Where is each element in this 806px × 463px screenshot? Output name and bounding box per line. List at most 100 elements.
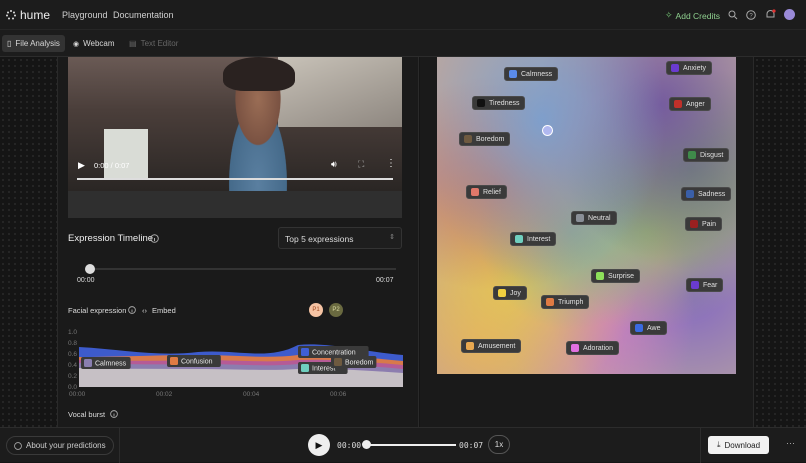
play-icon[interactable]: ▶ xyxy=(78,160,85,171)
x-tick-label: 00:02 xyxy=(156,391,173,398)
emotion-label-boredom[interactable]: Boredom xyxy=(459,132,511,146)
emotion-label-disgust[interactable]: Disgust xyxy=(683,148,730,162)
series-label-text: Confusion xyxy=(181,359,213,366)
series-label-text: Boredom xyxy=(345,360,374,367)
color-swatch xyxy=(690,220,698,228)
emotion-label-interest[interactable]: Interest xyxy=(510,232,557,246)
emotion-label-triumph[interactable]: Triumph xyxy=(541,295,590,309)
map-position-marker[interactable] xyxy=(542,125,553,136)
color-swatch xyxy=(671,64,679,72)
color-swatch xyxy=(471,188,479,196)
tab-webcam[interactable]: ◉ Webcam xyxy=(68,35,120,52)
y-tick-label: 0.6 xyxy=(68,351,77,358)
emotion-label-awe[interactable]: Awe xyxy=(630,321,667,335)
playback-track[interactable] xyxy=(368,444,456,446)
emotion-label-text: Fear xyxy=(703,281,718,289)
badge-p1[interactable]: P1 xyxy=(309,303,323,317)
emotion-label-relief[interactable]: Relief xyxy=(466,185,507,199)
emotion-label-calmness[interactable]: Calmness xyxy=(504,67,559,81)
timeline-track[interactable] xyxy=(90,268,396,270)
fullscreen-icon[interactable]: ⛶ xyxy=(358,159,364,170)
vocal-burst-label: Vocal burst xyxy=(68,410,106,419)
add-credits-button[interactable]: ✧ Add Credits xyxy=(665,10,720,21)
emotion-map[interactable]: Calmness Anxiety Tiredness Anger Boredom Disg… xyxy=(437,57,736,374)
embed-toggle[interactable]: Embed xyxy=(152,306,176,315)
analysis-panel: ▶ 0:00 / 0:07 🔊︎ ⛶ ⋮ Expression Timeline… xyxy=(57,57,419,427)
expressions-select[interactable]: Top 5 expressions ⇕ xyxy=(278,227,402,249)
bell-icon[interactable] xyxy=(765,9,776,20)
speed-button[interactable]: 1x xyxy=(488,435,510,454)
color-swatch xyxy=(674,100,682,108)
video-wall-sign xyxy=(104,129,148,179)
emotion-label-text: Boredom xyxy=(476,135,505,143)
emotion-label-anger[interactable]: Anger xyxy=(669,97,711,111)
y-tick-label: 0.0 xyxy=(68,384,77,391)
emotion-label-text: Joy xyxy=(510,289,521,297)
download-button[interactable]: ⤓ Download xyxy=(708,436,769,454)
playback-handle[interactable] xyxy=(362,440,371,449)
x-tick-label: 00:04 xyxy=(243,391,260,398)
left-margin xyxy=(0,57,57,427)
video-footer xyxy=(68,191,402,218)
emotion-label-sadness[interactable]: Sadness xyxy=(681,187,732,201)
emotion-label-anxiety[interactable]: Anxiety xyxy=(666,61,712,75)
nav-documentation[interactable]: Documentation xyxy=(113,10,174,20)
more-icon[interactable]: ⋯ xyxy=(786,438,795,449)
emotion-label-text: Tiredness xyxy=(489,99,520,107)
color-swatch xyxy=(546,298,554,306)
chevron-updown-icon: ⇕ xyxy=(389,234,395,241)
emotion-label-text: Calmness xyxy=(521,70,553,78)
timeline-title: Expression Timeline xyxy=(68,233,154,244)
emotion-label-pain[interactable]: Pain xyxy=(685,217,723,231)
info-icon[interactable] xyxy=(150,234,159,243)
video-player[interactable]: ▶ 0:00 / 0:07 🔊︎ ⛶ ⋮ xyxy=(68,57,402,191)
brand-name: hume xyxy=(20,8,51,22)
more-options-icon[interactable]: ⋮ xyxy=(386,158,396,169)
emotion-label-text: Anxiety xyxy=(683,64,706,72)
help-icon[interactable]: ? xyxy=(746,10,756,20)
volume-icon[interactable]: 🔊︎ xyxy=(331,159,337,170)
video-time: 0:00 / 0:07 xyxy=(94,161,130,170)
timeline-start: 00:00 xyxy=(77,277,95,284)
download-icon: ⤓ xyxy=(716,440,721,449)
info-icon[interactable] xyxy=(128,306,136,314)
tab-file-analysis[interactable]: ▯ File Analysis xyxy=(2,35,65,52)
color-swatch xyxy=(691,281,699,289)
timeline-end: 00:07 xyxy=(376,277,394,284)
emotion-label-adoration[interactable]: Adoration xyxy=(566,341,619,355)
badge-p2[interactable]: P2 xyxy=(329,303,343,317)
search-icon[interactable] xyxy=(728,10,738,20)
emotion-label-surprise[interactable]: Surprise xyxy=(591,269,641,283)
series-label-confusion: Confusion xyxy=(167,355,221,367)
download-label: Download xyxy=(724,440,761,450)
series-label-boredom: Boredom xyxy=(331,356,377,368)
facial-expression-chart: 1.0 0.8 0.6 0.4 0.2 0.000:00 00:02 00:04 00:06 Ca… xyxy=(68,329,403,398)
about-label: About your predictions xyxy=(26,441,106,450)
series-swatch xyxy=(170,357,178,365)
series-swatch xyxy=(301,364,309,372)
file-icon: ▯ xyxy=(7,39,12,48)
emotion-label-neutral[interactable]: Neutral xyxy=(571,211,617,225)
emotion-label-text: Neutral xyxy=(588,214,611,222)
info-icon[interactable] xyxy=(110,410,118,418)
about-predictions-button[interactable]: About your predictions xyxy=(6,436,114,455)
tab-label: Text Editor xyxy=(140,39,179,48)
series-swatch xyxy=(84,359,92,367)
emotion-label-fear[interactable]: Fear xyxy=(686,278,724,292)
tab-text-editor[interactable]: ▤ Text Editor xyxy=(124,35,183,52)
footer-divider-right xyxy=(700,428,701,463)
timeline-handle[interactable] xyxy=(85,264,95,274)
avatar[interactable] xyxy=(784,9,795,20)
series-swatch xyxy=(301,348,309,356)
emotion-label-text: Awe xyxy=(647,324,661,332)
emotion-label-amusement[interactable]: Amusement xyxy=(461,339,522,353)
video-scrubber[interactable] xyxy=(77,178,393,180)
play-button[interactable]: ▶ xyxy=(308,434,330,456)
color-swatch xyxy=(477,99,485,107)
tab-label: File Analysis xyxy=(15,39,60,48)
logo[interactable]: hume xyxy=(6,8,50,22)
nav-playground[interactable]: Playground xyxy=(62,10,108,20)
emotion-label-joy[interactable]: Joy xyxy=(493,286,527,300)
end-time: 00:07 xyxy=(459,441,484,450)
emotion-label-tiredness[interactable]: Tiredness xyxy=(472,96,526,110)
